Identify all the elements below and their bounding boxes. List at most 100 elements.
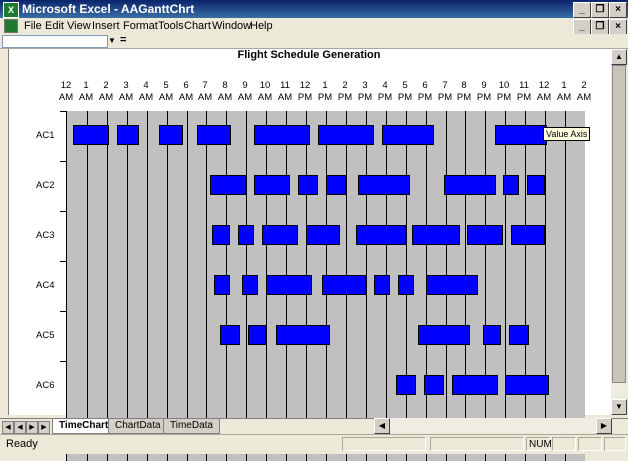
flight-bar[interactable] (254, 125, 310, 145)
flight-bar[interactable] (396, 375, 416, 395)
gridline (485, 111, 486, 461)
aircraft-label: AC3 (36, 230, 55, 241)
scroll-left-icon[interactable]: ◀ (374, 418, 390, 434)
next-sheet-icon[interactable]: ▶ (26, 421, 38, 434)
flight-bar[interactable] (444, 175, 496, 195)
flight-bar[interactable] (511, 225, 545, 245)
flight-bar[interactable] (509, 325, 529, 345)
menu-format[interactable]: Format (123, 20, 158, 32)
row-tick (60, 311, 66, 312)
status-panel-4 (552, 437, 576, 451)
row-tick (60, 161, 66, 162)
aircraft-label: AC6 (36, 380, 55, 391)
flight-bar[interactable] (73, 125, 109, 145)
flight-bar[interactable] (426, 275, 478, 295)
doc-minimize-button[interactable]: _ (573, 19, 591, 35)
menu-help[interactable]: Help (250, 20, 273, 32)
name-box[interactable] (2, 35, 108, 48)
flight-bar[interactable] (266, 275, 312, 295)
status-panel-1 (342, 437, 426, 451)
flight-bar[interactable] (117, 125, 139, 145)
vertical-scrollbar[interactable]: ▲ ▼ (611, 49, 627, 415)
last-sheet-icon[interactable]: ▶ (38, 421, 50, 434)
flight-bar[interactable] (424, 375, 444, 395)
flight-bar[interactable] (254, 175, 290, 195)
menu-window[interactable]: Window (212, 20, 251, 32)
gridline (545, 111, 546, 461)
menu-bar: File Edit View Insert Format Tools Chart… (0, 18, 628, 35)
flight-bar[interactable] (238, 225, 254, 245)
menu-file[interactable]: File (24, 20, 42, 32)
doc-restore-button[interactable]: ❐ (591, 19, 609, 35)
title-bar: X Microsoft Excel - AAGanttChrt _ ❐ × (0, 0, 628, 18)
flight-bar[interactable] (159, 125, 183, 145)
flight-bar[interactable] (248, 325, 266, 345)
flight-bar[interactable] (262, 225, 298, 245)
flight-bar[interactable] (418, 325, 470, 345)
flight-bar[interactable] (356, 225, 406, 245)
prev-sheet-icon[interactable]: ◀ (14, 421, 26, 434)
flight-bar[interactable] (412, 225, 460, 245)
flight-bar[interactable] (374, 275, 390, 295)
close-button[interactable]: × (609, 2, 627, 18)
flight-bar[interactable] (242, 275, 258, 295)
flight-bar[interactable] (197, 125, 231, 145)
flight-bar[interactable] (398, 275, 414, 295)
flight-bar[interactable] (322, 275, 366, 295)
row-tick (60, 361, 66, 362)
flight-bar[interactable] (318, 125, 374, 145)
aircraft-label: AC5 (36, 330, 55, 341)
status-bar: Ready NUM (0, 434, 628, 454)
flight-bar[interactable] (214, 275, 230, 295)
tab-timedata[interactable]: TimeData (163, 419, 220, 434)
menu-chart[interactable]: Chart (184, 20, 211, 32)
plot-area[interactable] (66, 111, 585, 461)
flight-bar[interactable] (452, 375, 498, 395)
aircraft-label: AC4 (36, 280, 55, 291)
gridline (107, 111, 108, 461)
gridline (525, 111, 526, 461)
time-tick-label: 2 AM (576, 80, 592, 103)
scroll-right-icon[interactable]: ▶ (596, 418, 612, 434)
flight-bar[interactable] (495, 125, 547, 145)
workbook-icon[interactable] (4, 19, 18, 33)
flight-bar[interactable] (212, 225, 230, 245)
flight-bar[interactable] (382, 125, 434, 145)
name-box-dropdown-icon[interactable]: ▼ (108, 35, 116, 47)
vertical-scroll-thumb[interactable] (612, 65, 626, 383)
flight-bar[interactable] (298, 175, 318, 195)
flight-bar[interactable] (210, 175, 246, 195)
row-tick (60, 111, 66, 112)
status-panel-5 (578, 437, 602, 451)
flight-bar[interactable] (527, 175, 545, 195)
restore-button[interactable]: ❐ (591, 2, 609, 18)
menu-tools[interactable]: Tools (158, 20, 184, 32)
flight-bar[interactable] (505, 375, 549, 395)
flight-bar[interactable] (306, 225, 340, 245)
tab-chartdata[interactable]: ChartData (108, 419, 168, 434)
scroll-up-icon[interactable]: ▲ (611, 49, 627, 65)
formula-equals-button[interactable]: = (120, 34, 126, 46)
chart-title[interactable]: Flight Schedule Generation (189, 49, 429, 61)
flight-bar[interactable] (276, 325, 330, 345)
num-lock-indicator: NUM (526, 437, 552, 451)
menu-insert[interactable]: Insert (92, 20, 120, 32)
horizontal-scrollbar[interactable]: ◀ ▶ (374, 418, 612, 434)
scroll-down-icon[interactable]: ▼ (611, 399, 627, 415)
flight-bar[interactable] (358, 175, 410, 195)
flight-bar[interactable] (467, 225, 503, 245)
gridline (147, 111, 148, 461)
row-tick (60, 211, 66, 212)
tab-timechart[interactable]: TimeChart (52, 419, 116, 434)
minimize-button[interactable]: _ (573, 2, 591, 18)
first-sheet-icon[interactable]: ◀ (2, 421, 14, 434)
flight-bar[interactable] (503, 175, 519, 195)
menu-edit[interactable]: Edit (45, 20, 64, 32)
chart-window[interactable]: Flight Schedule Generation 12 AM 1 AM 2 AM 3 AM… (8, 49, 611, 461)
menu-view[interactable]: View (67, 20, 91, 32)
flight-bar[interactable] (326, 175, 346, 195)
excel-app-icon[interactable]: X (3, 2, 19, 18)
flight-bar[interactable] (220, 325, 240, 345)
flight-bar[interactable] (483, 325, 501, 345)
doc-close-button[interactable]: × (609, 19, 627, 35)
